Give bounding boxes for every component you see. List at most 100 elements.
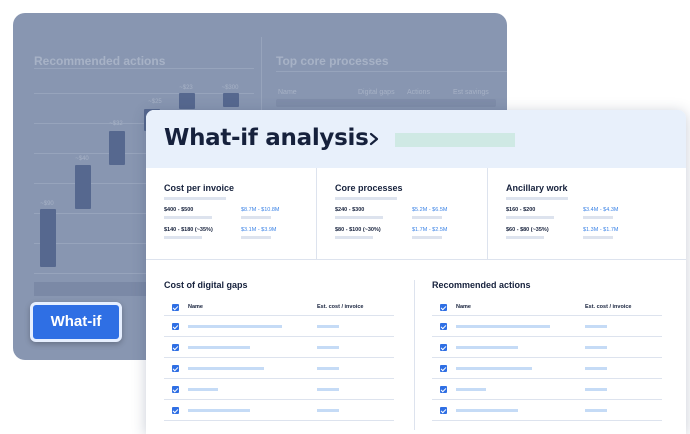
select-all-checkbox[interactable] (172, 304, 179, 311)
cost-of-digital-gaps-title: Cost of digital gaps (164, 280, 248, 290)
table-row[interactable] (432, 316, 662, 337)
breadcrumb-placeholder (395, 133, 515, 147)
bg-col-actions: Actions (407, 89, 430, 96)
row-name-placeholder (456, 325, 550, 328)
placeholder-bar (506, 236, 544, 239)
bg-waterfall-label: ~$90 (40, 201, 54, 207)
placeholder-bar (241, 236, 271, 239)
column-header-cost: Est. cost / invoice (585, 304, 632, 310)
bg-waterfall-bar (75, 165, 91, 209)
bg-rule (276, 71, 507, 72)
row-cost-placeholder (317, 409, 339, 412)
summary-row-value: $3.1M - $3.9M (241, 227, 277, 233)
row-cost-placeholder (585, 346, 607, 349)
table-row[interactable] (432, 379, 662, 400)
placeholder-bar (335, 236, 373, 239)
bg-gridline (34, 93, 254, 94)
row-cost-placeholder (317, 388, 339, 391)
row-cost-placeholder (585, 367, 607, 370)
select-all-checkbox[interactable] (440, 304, 447, 311)
table-row[interactable] (164, 316, 394, 337)
row-checkbox[interactable] (172, 407, 179, 414)
table-row[interactable] (164, 358, 394, 379)
bg-waterfall-bar (179, 93, 195, 109)
row-name-placeholder (188, 346, 250, 349)
summary-row-label: $80 - $100 (~30%) (335, 227, 381, 233)
placeholder-bar (506, 216, 554, 219)
table-header: Name Est. cost / invoice (164, 300, 394, 316)
summary-row-value: $5.2M - $6.5M (412, 207, 448, 213)
row-checkbox[interactable] (172, 344, 179, 351)
recommended-actions-table: Name Est. cost / invoice (432, 300, 662, 421)
bg-top-core-processes-title: Top core processes (276, 54, 389, 68)
table-row[interactable] (164, 337, 394, 358)
column-header-name: Name (456, 304, 471, 310)
row-checkbox[interactable] (172, 365, 179, 372)
row-cost-placeholder (585, 409, 607, 412)
summary-row-value: $8.7M - $10.8M (241, 207, 280, 213)
digital-gaps-table: Name Est. cost / invoice (164, 300, 394, 421)
bg-waterfall-label: ~$40 (75, 156, 89, 162)
row-name-placeholder (456, 367, 532, 370)
placeholder-bar (241, 216, 271, 219)
table-row[interactable] (432, 400, 662, 421)
placeholder-bar (164, 236, 202, 239)
row-checkbox[interactable] (440, 344, 447, 351)
row-checkbox[interactable] (172, 386, 179, 393)
page-title: What-if analysis (164, 125, 369, 151)
placeholder-bar (583, 216, 613, 219)
placeholder-bar (412, 216, 442, 219)
row-name-placeholder (456, 409, 518, 412)
table-row[interactable] (432, 337, 662, 358)
summary-section: Cost per invoice $400 - $500 $8.7M - $10… (146, 168, 686, 260)
bg-waterfall-label: ~$23 (179, 85, 193, 91)
summary-row-label: $400 - $500 (164, 207, 194, 213)
bg-col-digital-gaps: Digital gaps (358, 89, 395, 96)
row-cost-placeholder (317, 367, 339, 370)
table-header: Name Est. cost / invoice (432, 300, 662, 316)
summary-title: Cost per invoice (164, 183, 235, 193)
summary-subtitle-placeholder (164, 197, 226, 200)
summary-row-label: $140 - $180 (~35%) (164, 227, 213, 233)
table-row[interactable] (432, 358, 662, 379)
summary-card-ancillary-work: Ancillary work $160 - $200 $3.4M - $4.3M… (488, 168, 686, 260)
row-cost-placeholder (317, 325, 339, 328)
row-name-placeholder (456, 346, 518, 349)
summary-row-value: $3.4M - $4.3M (583, 207, 619, 213)
summary-subtitle-placeholder (335, 197, 397, 200)
summary-row-value: $1.3M - $1.7M (583, 227, 619, 233)
chevron-right-icon[interactable] (368, 132, 380, 146)
row-checkbox[interactable] (172, 323, 179, 330)
bg-waterfall-label: ~$300 (221, 85, 239, 91)
what-if-analysis-panel: What-if analysis Cost per invoice $400 -… (146, 110, 686, 434)
row-name-placeholder (188, 367, 264, 370)
summary-subtitle-placeholder (506, 197, 568, 200)
row-checkbox[interactable] (440, 365, 447, 372)
bg-col-est-savings: Est savings (453, 89, 489, 96)
placeholder-bar (583, 236, 613, 239)
row-checkbox[interactable] (440, 323, 447, 330)
what-if-button[interactable]: What-if (30, 302, 122, 342)
placeholder-bar (335, 216, 383, 219)
row-name-placeholder (188, 325, 282, 328)
row-name-placeholder (456, 388, 486, 391)
row-cost-placeholder (317, 346, 339, 349)
summary-row-label: $60 - $80 (~35%) (506, 227, 549, 233)
row-name-placeholder (188, 388, 218, 391)
placeholder-bar (164, 216, 212, 219)
summary-title: Core processes (335, 183, 403, 193)
summary-row-label: $240 - $300 (335, 207, 365, 213)
summary-row-label: $160 - $200 (506, 207, 536, 213)
row-checkbox[interactable] (440, 386, 447, 393)
summary-card-core-processes: Core processes $240 - $300 $5.2M - $6.5M… (317, 168, 488, 260)
recommended-actions-title: Recommended actions (432, 280, 531, 290)
table-row[interactable] (164, 400, 394, 421)
column-header-name: Name (188, 304, 203, 310)
row-checkbox[interactable] (440, 407, 447, 414)
table-row[interactable] (164, 379, 394, 400)
summary-row-value: $1.7M - $2.5M (412, 227, 448, 233)
column-header-cost: Est. cost / invoice (317, 304, 364, 310)
bg-waterfall-label: ~$25 (148, 99, 162, 105)
bg-recommended-actions-title: Recommended actions (34, 54, 166, 68)
summary-title: Ancillary work (506, 183, 568, 193)
